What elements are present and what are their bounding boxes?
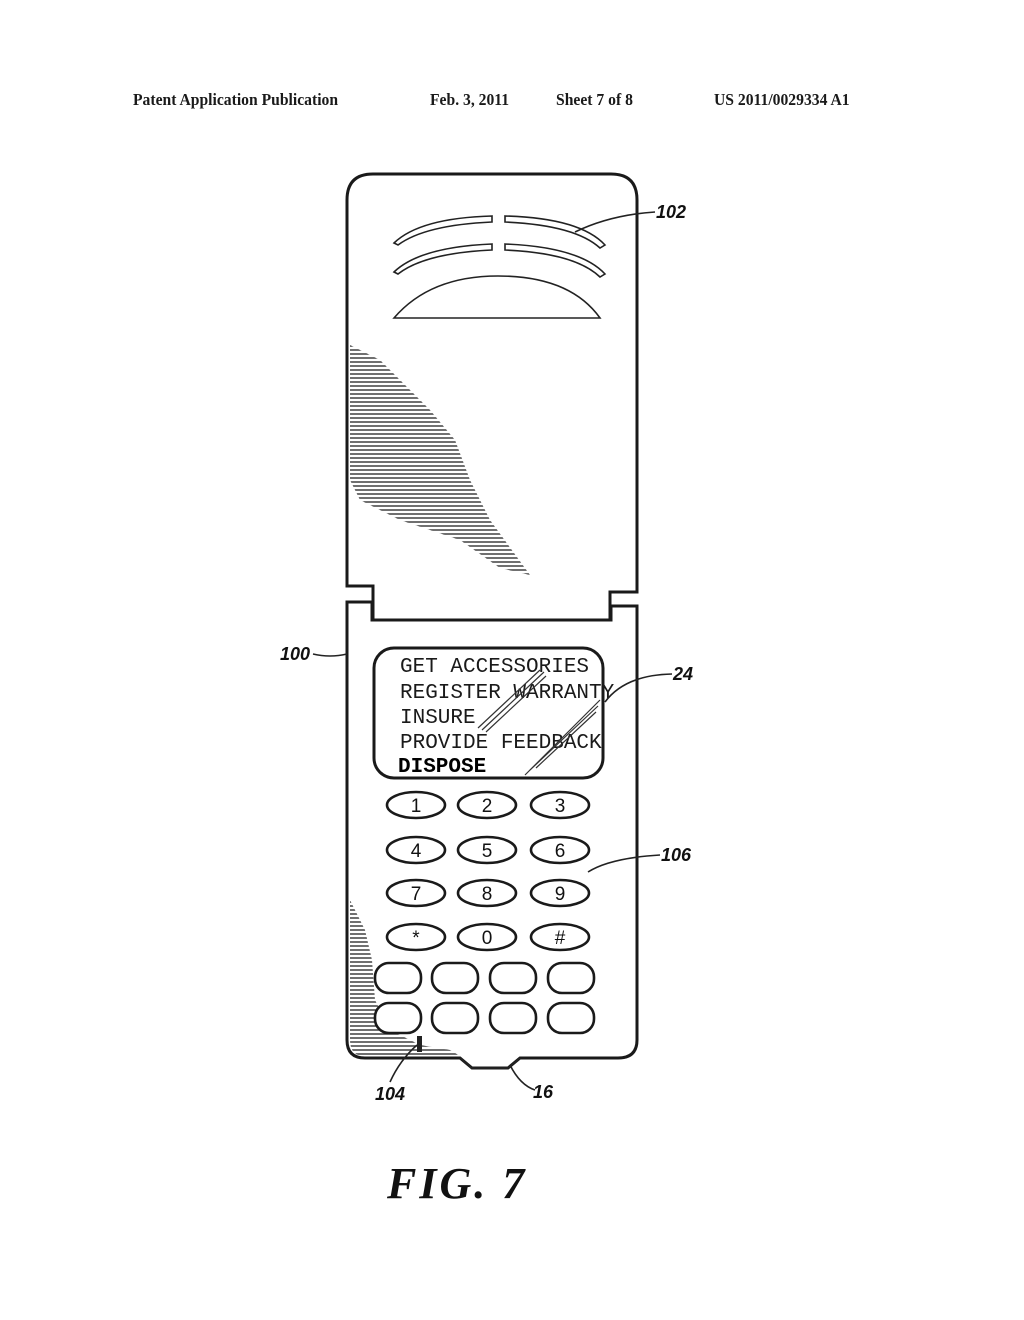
ref-label-100: 100 bbox=[280, 644, 310, 664]
ref-label-102: 102 bbox=[656, 202, 686, 222]
key-0[interactable]: 0 bbox=[456, 922, 518, 952]
key-label: 7 bbox=[411, 884, 422, 905]
key-2[interactable]: 2 bbox=[456, 790, 518, 820]
leader-line-16 bbox=[509, 1064, 536, 1091]
ref-label-106: 106 bbox=[661, 845, 692, 865]
key-label: 2 bbox=[482, 796, 493, 817]
key-label: 3 bbox=[555, 796, 566, 817]
menu-item-insure[interactable]: INSURE bbox=[400, 707, 476, 730]
leader-line-102 bbox=[574, 211, 656, 233]
keypad: 1 2 3 4 5 6 7 8 9 * 0 # bbox=[385, 790, 591, 952]
key-9[interactable]: 9 bbox=[529, 878, 591, 908]
ref-label-24: 24 bbox=[672, 664, 693, 684]
function-key-5[interactable] bbox=[373, 1001, 423, 1035]
menu-item-register-warranty[interactable]: REGISTER WARRANTY bbox=[400, 682, 615, 705]
key-5[interactable]: 5 bbox=[456, 835, 518, 865]
flip-lid bbox=[345, 172, 639, 622]
key-3[interactable]: 3 bbox=[529, 790, 591, 820]
key-label: 9 bbox=[555, 884, 566, 905]
key-4[interactable]: 4 bbox=[385, 835, 447, 865]
function-key-1[interactable] bbox=[373, 961, 423, 995]
function-key-8[interactable] bbox=[546, 1001, 596, 1035]
speaker-grille-icon bbox=[392, 215, 607, 319]
function-keys bbox=[373, 961, 596, 1035]
patent-figure: GET ACCESSORIES REGISTER WARRANTY INSURE… bbox=[280, 172, 693, 1208]
ref-label-16: 16 bbox=[533, 1082, 554, 1102]
key-label: 8 bbox=[482, 884, 493, 905]
leader-line-100 bbox=[312, 653, 348, 657]
menu-item-get-accessories[interactable]: GET ACCESSORIES bbox=[400, 656, 589, 679]
ref-label-104: 104 bbox=[375, 1084, 405, 1104]
key-hash[interactable]: # bbox=[529, 922, 591, 952]
key-8[interactable]: 8 bbox=[456, 878, 518, 908]
key-label: 5 bbox=[482, 841, 493, 862]
key-label: * bbox=[412, 928, 420, 949]
function-key-3[interactable] bbox=[488, 961, 538, 995]
display-screen: GET ACCESSORIES REGISTER WARRANTY INSURE… bbox=[372, 646, 615, 780]
lid-shading bbox=[350, 345, 530, 575]
key-1[interactable]: 1 bbox=[385, 790, 447, 820]
key-star[interactable]: * bbox=[385, 922, 447, 952]
key-label: 1 bbox=[411, 796, 422, 817]
key-6[interactable]: 6 bbox=[529, 835, 591, 865]
function-key-7[interactable] bbox=[488, 1001, 538, 1035]
function-key-2[interactable] bbox=[430, 961, 480, 995]
figure-caption: FIG. 7 bbox=[386, 1159, 527, 1208]
microphone-icon bbox=[417, 1036, 422, 1052]
function-key-4[interactable] bbox=[546, 961, 596, 995]
key-label: # bbox=[555, 928, 566, 949]
key-label: 0 bbox=[482, 928, 493, 949]
function-key-6[interactable] bbox=[430, 1001, 480, 1035]
menu-item-dispose-selected[interactable]: DISPOSE bbox=[398, 756, 486, 779]
key-label: 6 bbox=[555, 841, 566, 862]
leader-line-106 bbox=[587, 854, 661, 873]
key-label: 4 bbox=[411, 841, 422, 862]
key-7[interactable]: 7 bbox=[385, 878, 447, 908]
